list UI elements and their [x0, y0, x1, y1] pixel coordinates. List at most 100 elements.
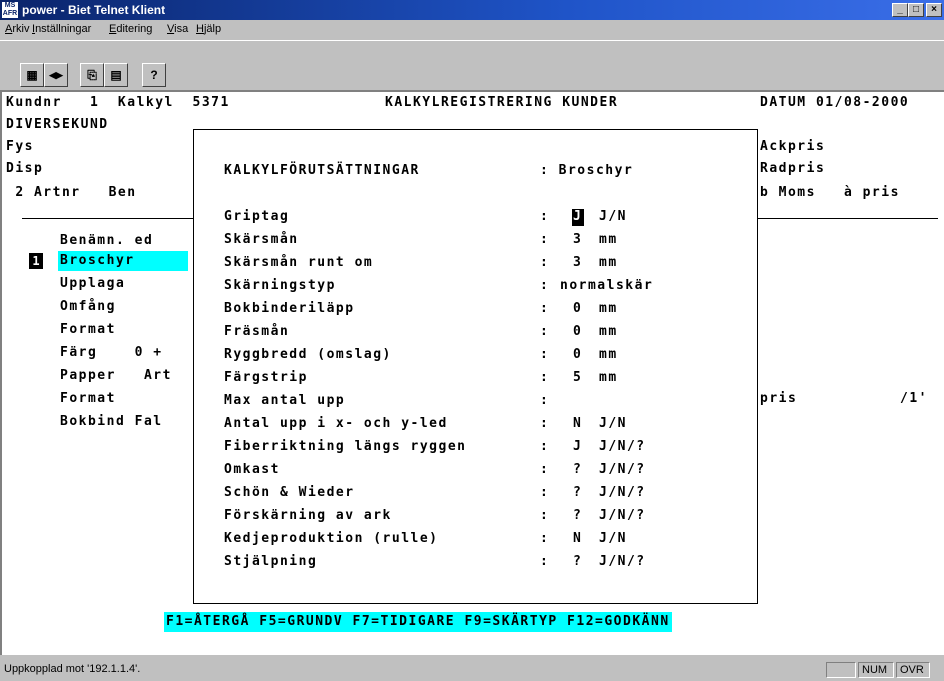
function-key-bar: F1=ÅTERGÅ F5=GRUNDV F7=TIDIGARE F9=SKÄRT…: [164, 612, 672, 632]
field-value-antal-upp-xy[interactable]: N: [573, 415, 582, 433]
app-icon-line-2: AFR: [2, 10, 18, 17]
app-icon[interactable]: MS AFR: [2, 2, 18, 18]
divider-left: [22, 218, 194, 219]
field-value-skarsman-runt-om[interactable]: 3: [573, 254, 582, 272]
disp-label: Disp: [6, 161, 44, 176]
menu-arkiv[interactable]: Arkiv: [5, 23, 29, 35]
field-suffix: J/N/?: [599, 439, 646, 454]
header-date: DATUM 01/08-2000: [760, 95, 910, 110]
field-value-skarningstyp[interactable]: normalskär: [560, 277, 653, 295]
field-suffix: J/N/?: [599, 485, 646, 500]
field-suffix: J/N: [599, 416, 627, 431]
calculation-prerequisites-dialog: KALKYLFÖRUTSÄTTNINGAR : Broschyr Griptag…: [193, 129, 758, 604]
field-label-fiberriktning: Fiberriktning längs ryggen: [224, 439, 467, 454]
field-sep: :: [540, 439, 550, 454]
close-button[interactable]: ×: [926, 3, 942, 17]
title-bar[interactable]: MS AFR power - Biet Telnet Klient _ □ ×: [0, 0, 944, 20]
field-label-omkast: Omkast: [224, 462, 280, 477]
divider-right: [758, 218, 938, 219]
field-value-fargstrip[interactable]: 5: [573, 369, 582, 387]
field-sep: :: [540, 301, 550, 316]
field-value-forskarning[interactable]: ?: [573, 507, 582, 525]
field-sep: :: [540, 462, 550, 477]
field-value-omkast[interactable]: ?: [573, 461, 582, 479]
field-label-skarsman-runt-om: Skärsmån runt om: [224, 255, 374, 270]
field-value-ryggbredd[interactable]: 0: [573, 346, 582, 364]
connect-icon[interactable]: ▦: [20, 63, 44, 87]
field-value-griptag[interactable]: J: [573, 208, 582, 226]
left-item: Papper Art: [60, 368, 172, 383]
field-label-griptag: Griptag: [224, 209, 290, 224]
field-label-skarsman: Skärsmån: [224, 232, 299, 247]
dialog-heading: KALKYLFÖRUTSÄTTNINGAR: [224, 163, 420, 178]
field-sep: :: [540, 485, 550, 500]
overwrite-indicator: OVR: [896, 662, 930, 678]
field-value-skarsman[interactable]: 3: [573, 231, 582, 249]
field-value-schon-wieder[interactable]: ?: [573, 484, 582, 502]
left-item-selected[interactable]: Broschyr: [60, 252, 135, 270]
header-customer: Kundnr 1 Kalkyl 5371: [6, 95, 230, 110]
field-sep: :: [540, 209, 550, 224]
field-suffix: J/N: [599, 209, 627, 224]
connection-status: Uppkopplad mot '192.1.1.4'.: [4, 663, 141, 675]
field-value-bokbinderilapp[interactable]: 0: [573, 300, 582, 318]
field-sep: :: [540, 347, 550, 362]
field-suffix: mm: [599, 370, 618, 385]
field-label-fargstrip: Färgstrip: [224, 370, 308, 385]
column-header-right: b Moms à pris: [760, 185, 900, 200]
left-item: Färg 0 +: [60, 345, 163, 360]
field-value-kedjeproduktion[interactable]: N: [573, 530, 582, 548]
field-suffix: mm: [599, 301, 618, 316]
radpris-label: Radpris: [760, 161, 826, 176]
field-sep: :: [540, 278, 550, 293]
status-bar: Uppkopplad mot '192.1.1.4'. NUM OVR: [0, 659, 944, 681]
field-label-stjalpning: Stjälpning: [224, 554, 318, 569]
copy-icon[interactable]: ⎘: [80, 63, 104, 87]
field-value-fiberriktning[interactable]: J: [573, 438, 582, 456]
num-lock-indicator: NUM: [858, 662, 894, 678]
maximize-button[interactable]: □: [908, 3, 924, 17]
column-header-left: 2 Artnr Ben: [6, 185, 137, 200]
field-suffix: J/N/?: [599, 508, 646, 523]
field-suffix: mm: [599, 232, 618, 247]
field-sep: :: [540, 416, 550, 431]
paste-icon[interactable]: ▤: [104, 63, 128, 87]
field-sep: :: [540, 531, 550, 546]
header-title: KALKYLREGISTRERING KUNDER: [385, 95, 619, 110]
customer-name: DIVERSEKUND: [6, 117, 109, 132]
menu-hjalp[interactable]: Hjälp: [196, 23, 221, 35]
field-suffix: J/N/?: [599, 462, 646, 477]
left-item: Benämn. ed: [60, 233, 154, 248]
field-sep: :: [540, 232, 550, 247]
left-item: Upplaga: [60, 276, 126, 291]
help-icon[interactable]: ?: [142, 63, 166, 87]
left-item: Format: [60, 322, 116, 337]
field-label-kedjeproduktion: Kedjeproduktion (rulle): [224, 531, 439, 546]
field-label-bokbinderilapp: Bokbinderiläpp: [224, 301, 355, 316]
right-pris: pris: [760, 391, 798, 406]
selected-badge: 1: [29, 253, 43, 269]
menu-editering[interactable]: Editering: [109, 23, 152, 35]
field-label-ryggbredd: Ryggbredd (omslag): [224, 347, 392, 362]
window-title: power - Biet Telnet Klient: [22, 3, 166, 17]
field-value-frasman[interactable]: 0: [573, 323, 582, 341]
field-suffix: mm: [599, 324, 618, 339]
menu-visa[interactable]: Visa: [167, 23, 188, 35]
ackpris-label: Ackpris: [760, 139, 826, 154]
field-suffix: mm: [599, 347, 618, 362]
disconnect-icon[interactable]: ◀▶: [44, 63, 68, 87]
minimize-button[interactable]: _: [892, 3, 908, 17]
left-item: Omfång: [60, 299, 116, 314]
field-label-schon-wieder: Schön & Wieder: [224, 485, 355, 500]
field-suffix: mm: [599, 255, 618, 270]
field-sep: :: [540, 508, 550, 523]
field-value-stjalpning[interactable]: ?: [573, 553, 582, 571]
field-label-max-antal-upp: Max antal upp: [224, 393, 346, 408]
field-suffix: J/N: [599, 531, 627, 546]
field-label-skarningstyp: Skärningstyp: [224, 278, 336, 293]
terminal-screen[interactable]: Kundnr 1 Kalkyl 5371 KALKYLREGISTRERING …: [0, 90, 944, 655]
field-sep: :: [540, 393, 550, 408]
menu-installningar[interactable]: Inställningar: [32, 23, 91, 35]
status-cell-empty: [826, 662, 856, 678]
menu-bar: Arkiv Inställningar Editering Visa Hjälp: [0, 20, 944, 40]
